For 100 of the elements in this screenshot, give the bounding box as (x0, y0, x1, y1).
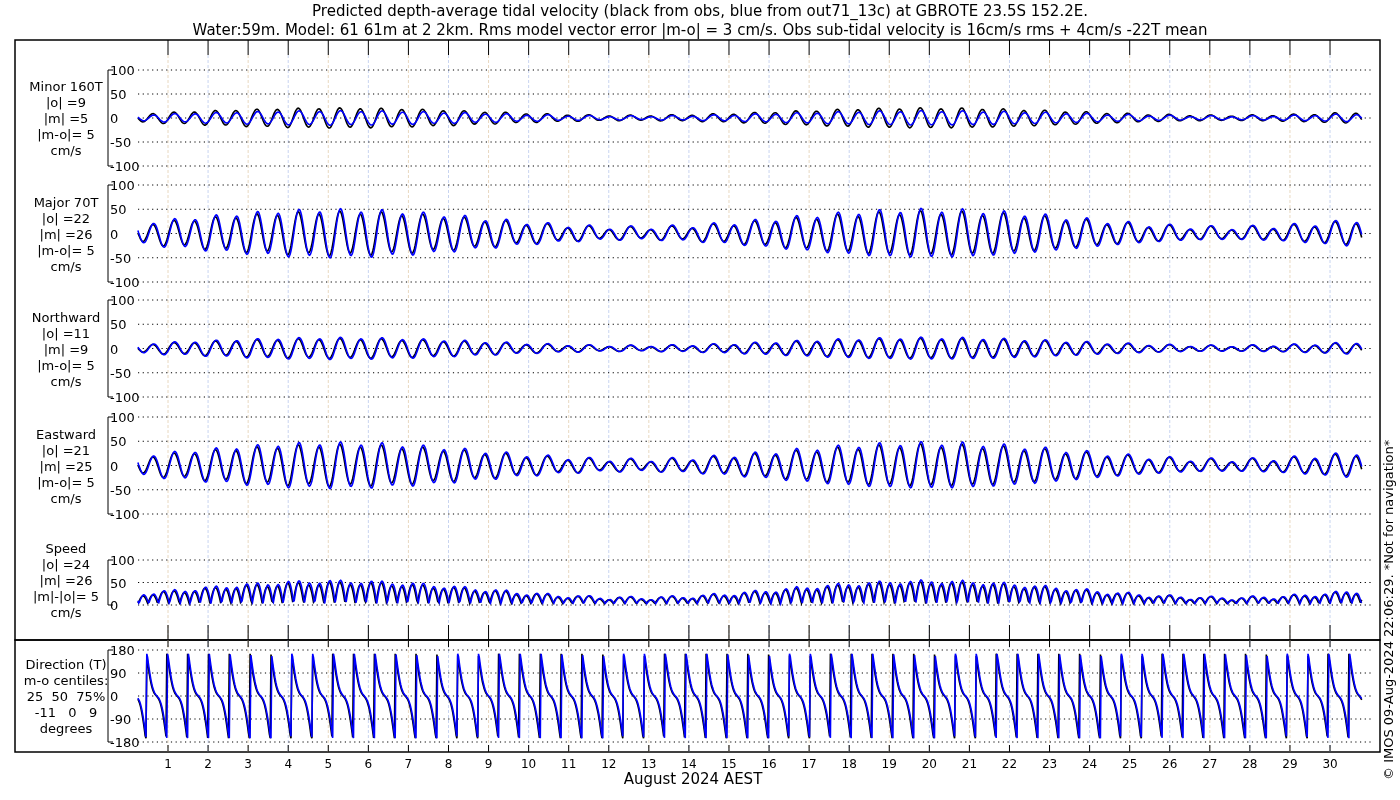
tick-mark (167, 39, 169, 56)
x-tick-label: 12 (601, 757, 617, 771)
y-tick-label: 0 (110, 341, 119, 357)
panel-label: Minor 160T (29, 79, 103, 94)
tick-mark (407, 39, 409, 56)
x-tick-label: 18 (841, 757, 857, 771)
panel-label: cm/s (50, 143, 82, 158)
tick-mark (1249, 39, 1251, 56)
x-tick-label: 23 (1041, 757, 1058, 771)
x-axis-label: August 2024 AEST (623, 770, 763, 788)
tick-mark (287, 744, 289, 753)
tick-mark (608, 744, 610, 753)
panel-label: |m| =26 (39, 226, 93, 242)
tick-mark (968, 744, 970, 753)
y-tick-label: 0 (110, 689, 119, 704)
tick-mark (1289, 39, 1291, 56)
tick-mark (1169, 39, 1171, 56)
tick-mark (247, 744, 249, 753)
tick-mark (448, 744, 449, 753)
chart-title: Water:59m. Model: 61 61m at 2 2km. Rms model vector error |m-o| = 3 cm/s. Obs sub-tidal velocity is 16cm/s rms + 4cm/s -22T mean (192, 21, 1208, 39)
tick-mark (1008, 744, 1010, 753)
panel-label: |m-o|= 5 (37, 127, 95, 142)
x-tick-label: 24 (1081, 757, 1098, 771)
x-tick-label: 29 (1282, 757, 1298, 771)
panel-label: m-o centiles: (23, 673, 109, 688)
x-tick-label: 15 (721, 757, 737, 771)
x-tick-label: 21 (961, 757, 978, 771)
y-tick-label: 180 (110, 643, 135, 658)
y-tick-label: 50 (110, 317, 127, 333)
panel-label: cm/s (50, 605, 82, 620)
panel-label: cm/s (50, 258, 82, 274)
tick-mark (688, 39, 690, 56)
panel-label: |o| =22 (41, 210, 91, 226)
y-tick-label: -50 (110, 250, 132, 266)
panel-label: Northward (31, 309, 101, 325)
tick-mark (888, 744, 890, 753)
panel-label: |m|-|o|= 5 (32, 589, 100, 604)
panel-label: cm/s (50, 373, 82, 389)
y-tick-label: 0 (110, 226, 119, 242)
y-tick-label: 0 (110, 598, 119, 613)
x-tick-label: 4 (284, 757, 293, 771)
tick-mark (1169, 744, 1171, 753)
x-tick-label: 9 (484, 757, 493, 771)
tick-mark (608, 39, 610, 56)
panel-label: Major 70T (33, 194, 99, 210)
panel-label: |m-o|= 5 (37, 474, 95, 490)
tick-mark (728, 39, 730, 56)
tick-mark (488, 744, 490, 753)
tick-mark (848, 744, 850, 753)
panel-label: cm/s (50, 490, 82, 506)
panel-label: Eastward (36, 426, 96, 442)
panel-label: |o| =11 (41, 325, 91, 341)
panel-label: degrees (39, 721, 93, 736)
x-tick-label: 19 (881, 757, 897, 771)
tick-mark (688, 744, 690, 753)
y-tick-label: -180 (110, 735, 140, 750)
tick-mark (407, 744, 409, 753)
tick-mark (968, 39, 970, 56)
tick-mark (1089, 744, 1091, 753)
tick-mark (928, 744, 930, 753)
x-tick-label: 14 (681, 757, 697, 771)
x-tick-label: 7 (404, 757, 413, 771)
tick-mark (1089, 39, 1091, 56)
tick-mark (648, 744, 650, 753)
x-tick-label: 10 (521, 757, 537, 771)
x-tick-label: 30 (1322, 757, 1338, 771)
x-tick-label: 5 (324, 757, 333, 771)
tick-mark (848, 39, 850, 56)
x-tick-label: 17 (801, 757, 817, 771)
panel-label: Direction (T) (25, 657, 107, 672)
x-tick-label: 26 (1162, 757, 1178, 771)
x-tick-label: 11 (561, 757, 577, 771)
panel-label: |o| =24 (41, 557, 91, 572)
y-tick-label: 0 (110, 458, 119, 474)
x-tick-label: 2 (204, 757, 212, 771)
panel-label: -11 0 9 (34, 705, 98, 720)
x-tick-label: 25 (1122, 757, 1138, 771)
tick-mark (568, 744, 570, 753)
tick-mark (367, 39, 369, 56)
x-tick-label: 13 (641, 757, 657, 771)
tick-mark (327, 744, 329, 753)
tick-mark (167, 744, 169, 753)
tick-mark (1129, 744, 1131, 753)
tick-mark (1329, 744, 1331, 753)
x-tick-label: 8 (444, 757, 453, 771)
tick-mark (568, 39, 570, 56)
tick-mark (728, 744, 730, 753)
y-tick-label: 100 (110, 410, 135, 425)
tick-mark (528, 744, 530, 753)
panel-label: 25 50 75% (26, 689, 106, 704)
y-tick-label: -50 (110, 482, 132, 498)
y-tick-label: -90 (110, 712, 132, 727)
tick-mark (648, 39, 650, 56)
tick-mark (808, 39, 810, 56)
tick-mark (768, 39, 770, 56)
tick-mark (207, 39, 209, 56)
tick-mark (1209, 744, 1211, 753)
y-tick-label: -100 (110, 507, 140, 522)
panel-label: |m| =26 (39, 573, 93, 588)
x-tick-label: 28 (1242, 757, 1258, 771)
